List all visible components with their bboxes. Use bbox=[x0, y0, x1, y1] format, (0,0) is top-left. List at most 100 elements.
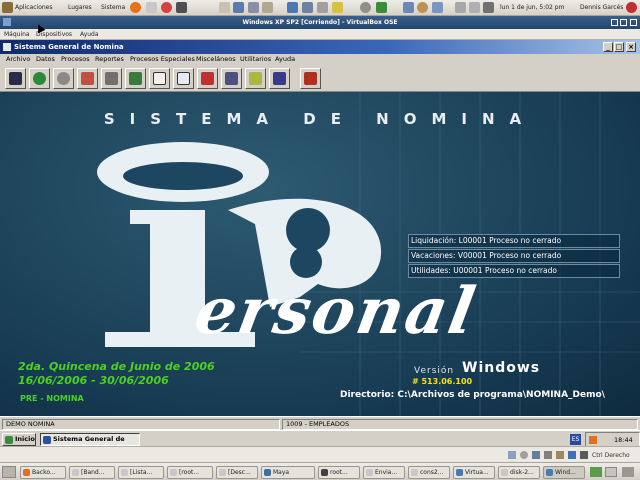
tray-icon[interactable] bbox=[589, 436, 597, 444]
app-close-button[interactable]: × bbox=[626, 42, 636, 52]
gnome-task-item[interactable]: Maya bbox=[261, 466, 315, 479]
firefox-icon[interactable] bbox=[130, 2, 141, 13]
toolbar-button-certificate[interactable] bbox=[245, 68, 266, 89]
cd-icon[interactable] bbox=[520, 451, 528, 459]
app-status-bar: DEMO NOMINA 1009 - EMPLEADOS bbox=[0, 416, 640, 430]
guest-clock[interactable]: 18:44 bbox=[614, 436, 633, 444]
period-dates: 16/06/2006 - 30/06/2006 bbox=[18, 374, 169, 387]
virtualbox-icon bbox=[456, 469, 463, 476]
app-minimize-button[interactable]: _ bbox=[603, 42, 613, 52]
gnome-task-label: Wind... bbox=[555, 469, 576, 476]
gnome-task-item[interactable]: Backo... bbox=[20, 466, 66, 479]
launcher-icon[interactable] bbox=[332, 2, 343, 13]
show-desktop-icon[interactable] bbox=[2, 466, 16, 478]
taskbar-item-nomina[interactable]: Sistema General de N... bbox=[40, 433, 140, 454]
launcher-icon[interactable] bbox=[360, 2, 371, 13]
menu-lugares[interactable]: Lugares bbox=[68, 4, 92, 11]
toolbar-button-search-doc[interactable] bbox=[173, 68, 194, 89]
stopwatch-icon bbox=[57, 72, 70, 85]
menu-miscelaneos[interactable]: Misceláneos bbox=[196, 55, 236, 63]
virtualbox-icon[interactable] bbox=[287, 2, 298, 13]
vbox-menu-ayuda[interactable]: Ayuda bbox=[80, 31, 99, 38]
launcher-icon[interactable] bbox=[248, 2, 259, 13]
launcher-icon[interactable] bbox=[302, 2, 313, 13]
launcher-icon[interactable] bbox=[376, 2, 387, 13]
app-restore-button[interactable]: □ bbox=[614, 42, 624, 52]
toolbar-button-app[interactable] bbox=[5, 68, 26, 89]
menu-aplicaciones[interactable]: Aplicaciones bbox=[15, 4, 52, 11]
usb-icon[interactable] bbox=[544, 451, 552, 459]
toolbar-button-database[interactable] bbox=[269, 68, 290, 89]
menu-procesos[interactable]: Procesos bbox=[61, 55, 90, 63]
menu-sistema[interactable]: Sistema bbox=[101, 4, 125, 11]
vbox-maximize-button[interactable] bbox=[620, 19, 627, 26]
gnome-task-item[interactable]: Envia... bbox=[363, 466, 405, 479]
status-row-vacaciones: Vacaciones: V00001 Proceso no cerrado bbox=[408, 249, 620, 263]
toolbar-button-calendar[interactable] bbox=[125, 68, 146, 89]
window-icon bbox=[411, 469, 418, 476]
launcher-icon[interactable] bbox=[262, 2, 273, 13]
toolbar-button-globe[interactable] bbox=[29, 68, 50, 89]
launcher-icon[interactable] bbox=[403, 2, 414, 13]
launcher-icon[interactable] bbox=[317, 2, 328, 13]
vbox-menu-maquina[interactable]: Máquina bbox=[4, 31, 30, 38]
gnome-task-item[interactable]: [Lista... bbox=[118, 466, 164, 479]
workspace-switcher[interactable] bbox=[605, 467, 617, 477]
toolbar-button-document[interactable] bbox=[149, 68, 170, 89]
launcher-icon[interactable] bbox=[219, 2, 230, 13]
toolbar-button-people[interactable] bbox=[221, 68, 242, 89]
launcher-icon[interactable] bbox=[233, 2, 244, 13]
trash-icon[interactable] bbox=[622, 467, 634, 477]
gnome-task-item[interactable]: [root... bbox=[167, 466, 213, 479]
gnome-task-item[interactable]: root... bbox=[318, 466, 360, 479]
toolbar-button-calculator[interactable] bbox=[101, 68, 122, 89]
vbox-menu-dispositivos[interactable]: Dispositivos bbox=[36, 31, 72, 38]
disk-icon bbox=[501, 469, 508, 476]
monitor-icon[interactable] bbox=[455, 2, 466, 13]
workspace-switcher[interactable] bbox=[590, 467, 602, 477]
language-indicator[interactable]: ES bbox=[570, 434, 581, 445]
gnome-foot-icon[interactable] bbox=[2, 2, 13, 13]
window-icon bbox=[121, 469, 128, 476]
gnome-task-label: Maya bbox=[273, 469, 290, 476]
keyboard-icon[interactable] bbox=[580, 451, 588, 459]
menu-utilitarios[interactable]: Utilitarios bbox=[240, 55, 271, 63]
gnome-task-label: root... bbox=[330, 469, 348, 476]
mail-icon[interactable] bbox=[146, 2, 157, 13]
gnome-task-item[interactable]: disk-2... bbox=[498, 466, 540, 479]
vbox-minimize-button[interactable] bbox=[611, 19, 618, 26]
menu-datos[interactable]: Datos bbox=[36, 55, 55, 63]
menu-procesos-especiales[interactable]: Procesos Especiales bbox=[130, 55, 195, 63]
shutdown-icon[interactable] bbox=[626, 2, 637, 13]
app-title: Sistema General de Nomina bbox=[14, 43, 124, 51]
vbox-close-button[interactable] bbox=[630, 19, 637, 26]
user-name[interactable]: Dennis Garcés bbox=[580, 4, 623, 11]
start-button[interactable]: Inicio bbox=[2, 433, 36, 446]
hdd-icon[interactable] bbox=[508, 451, 516, 459]
top-clock[interactable]: lun 1 de jun, 5:02 pm bbox=[500, 4, 564, 11]
network-icon[interactable] bbox=[432, 2, 443, 13]
start-label: Inicio bbox=[15, 435, 35, 443]
gnome-task-item[interactable]: Virtua... bbox=[453, 466, 495, 479]
volume-icon[interactable] bbox=[483, 2, 494, 13]
menu-ayuda[interactable]: Ayuda bbox=[275, 55, 295, 63]
toolbar-button-network[interactable] bbox=[197, 68, 218, 89]
toolbar-button-exit[interactable] bbox=[300, 68, 321, 89]
menu-reportes[interactable]: Reportes bbox=[95, 55, 124, 63]
toolbar-button-stopwatch[interactable] bbox=[53, 68, 74, 89]
help-icon[interactable] bbox=[161, 2, 172, 13]
gnome-task-label: disk-2... bbox=[510, 469, 534, 476]
mouse-integration-icon[interactable] bbox=[568, 451, 576, 459]
toolbar-button-tools[interactable] bbox=[77, 68, 98, 89]
gnome-task-item[interactable]: [Desc... bbox=[216, 466, 258, 479]
settings-icon[interactable] bbox=[417, 2, 428, 13]
gnome-task-item-active[interactable]: Wind... bbox=[543, 466, 585, 479]
network-icon[interactable] bbox=[532, 451, 540, 459]
gnome-bottom-panel: Backo... [Band... [Lista... [root... [De… bbox=[0, 462, 640, 480]
gnome-task-item[interactable]: cons2... bbox=[408, 466, 450, 479]
terminal-icon[interactable] bbox=[176, 2, 187, 13]
gnome-task-item[interactable]: [Band... bbox=[69, 466, 115, 479]
shared-folder-icon[interactable] bbox=[556, 451, 564, 459]
monitor-icon[interactable] bbox=[469, 2, 480, 13]
menu-archivo[interactable]: Archivo bbox=[6, 55, 30, 63]
